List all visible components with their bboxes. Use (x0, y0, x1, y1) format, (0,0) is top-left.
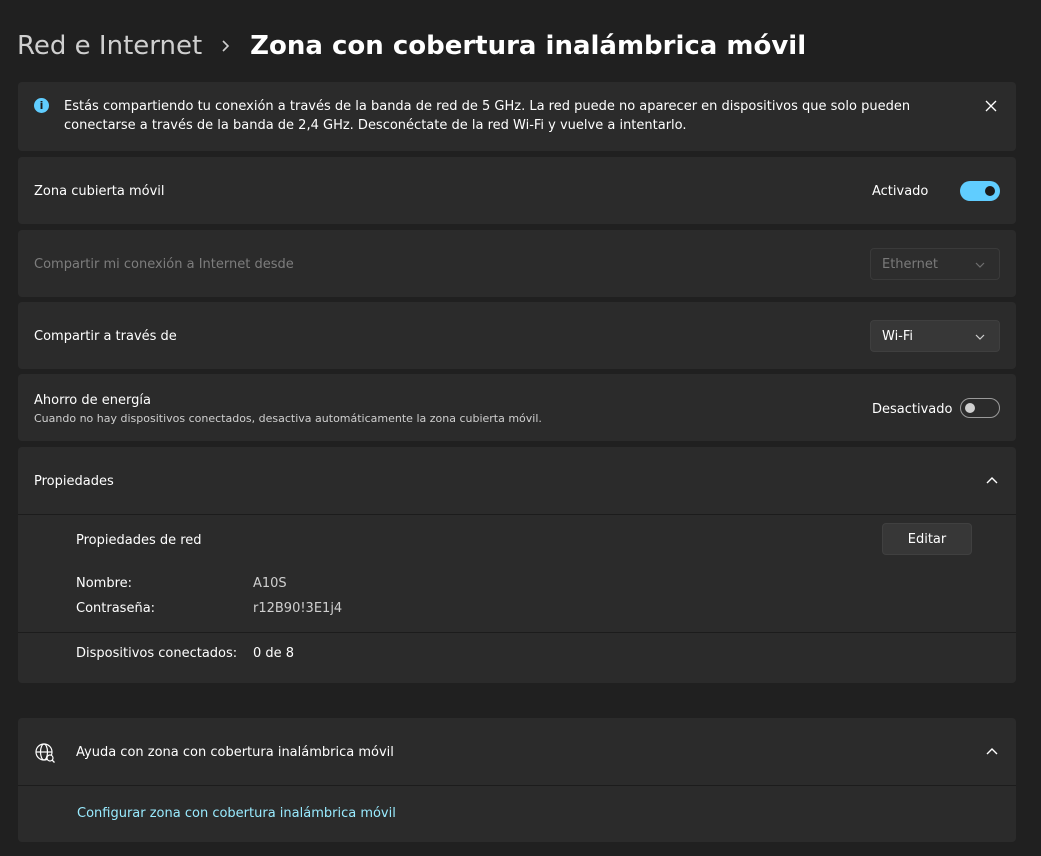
share-from-value: Ethernet (882, 256, 938, 272)
chevron-up-icon (986, 477, 998, 484)
help-header[interactable]: Ayuda con zona con cobertura inalámbrica… (18, 718, 1016, 785)
divider (18, 632, 1016, 633)
power-saving-state: Desactivado (872, 402, 953, 417)
breadcrumb-parent-link[interactable]: Red e Internet (17, 31, 202, 61)
page-title: Zona con cobertura inalámbrica móvil (250, 31, 807, 61)
power-saving-label: Ahorro de energía (34, 393, 151, 408)
breadcrumb: Red e Internet Zona con cobertura inalám… (17, 26, 806, 66)
help-header-label: Ayuda con zona con cobertura inalámbrica… (76, 745, 394, 760)
info-icon: i (34, 98, 49, 113)
chevron-right-icon (216, 39, 236, 53)
info-bar: i Estás compartiendo tu conexión a travé… (18, 82, 1016, 151)
devices-value: 0 de 8 (253, 646, 295, 661)
share-from-row: Compartir mi conexión a Internet desde E… (18, 230, 1016, 297)
power-saving-description: Cuando no hay dispositivos conectados, d… (34, 412, 542, 425)
close-info-button[interactable] (980, 95, 1002, 117)
globe-icon (35, 743, 55, 763)
power-saving-toggle[interactable] (960, 398, 1000, 418)
chevron-up-icon (986, 748, 998, 755)
properties-content: Propiedades de red Editar Nombre: A10S C… (18, 515, 1016, 683)
share-over-row: Compartir a través de Wi-Fi (18, 302, 1016, 369)
hotspot-state: Activado (872, 184, 929, 199)
chevron-down-icon (975, 262, 985, 268)
chevron-down-icon (975, 334, 985, 340)
devices-label: Dispositivos conectados: (76, 646, 238, 661)
properties-section: Propiedades Propiedades de red Editar No… (18, 447, 1016, 683)
share-over-value: Wi-Fi (882, 328, 914, 344)
close-icon (985, 100, 997, 112)
hotspot-label: Zona cubierta móvil (34, 184, 165, 199)
share-from-label: Compartir mi conexión a Internet desde (34, 257, 294, 272)
properties-header-label: Propiedades (34, 474, 114, 489)
hotspot-row: Zona cubierta móvil Activado (18, 157, 1016, 224)
share-over-dropdown[interactable]: Wi-Fi (870, 320, 1000, 352)
info-bar-text: Estás compartiendo tu conexión a través … (64, 99, 911, 133)
help-content: Configurar zona con cobertura inalámbric… (18, 786, 1016, 842)
network-properties-label: Propiedades de red (76, 533, 202, 548)
configure-hotspot-link[interactable]: Configurar zona con cobertura inalámbric… (77, 806, 396, 821)
share-from-dropdown[interactable]: Ethernet (870, 248, 1000, 280)
password-value: r12B90!3E1j4 (253, 601, 343, 616)
edit-button[interactable]: Editar (882, 523, 972, 555)
name-label: Nombre: (76, 576, 133, 591)
power-saving-row: Ahorro de energía Cuando no hay disposit… (18, 374, 1016, 441)
share-over-label: Compartir a través de (34, 329, 177, 344)
password-label: Contraseña: (76, 601, 156, 616)
hotspot-toggle[interactable] (960, 181, 1000, 201)
name-value: A10S (253, 576, 287, 591)
help-section: Ayuda con zona con cobertura inalámbrica… (18, 718, 1016, 842)
properties-header[interactable]: Propiedades (18, 447, 1016, 514)
